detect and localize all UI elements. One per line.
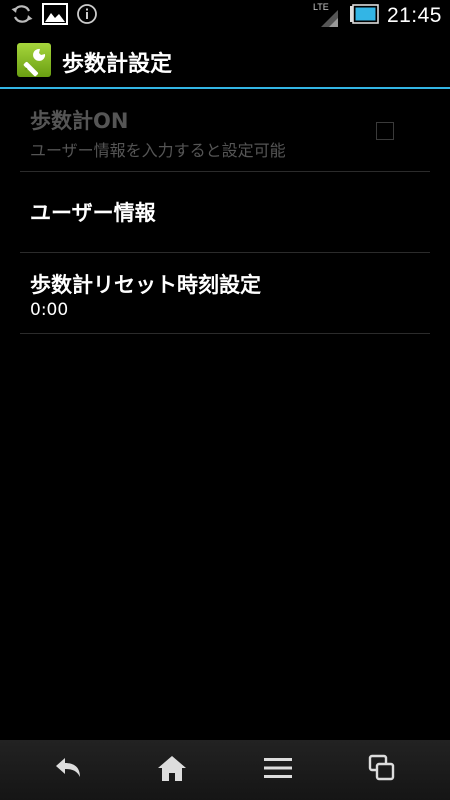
status-clock: 21:45 (386, 4, 442, 27)
signal-icon: LTE (313, 2, 341, 28)
pedometer-on-title: 歩数計ON (30, 109, 129, 133)
info-icon (76, 3, 98, 29)
menu-icon (263, 756, 293, 784)
battery-icon (349, 4, 379, 28)
reset-time-title: 歩数計リセット時刻設定 (30, 273, 261, 297)
status-bar: LTE 21:45 (0, 0, 450, 33)
action-bar: 歩数計設定 (0, 33, 450, 89)
preference-list: 歩数計ON ユーザー情報を入力すると設定可能 ユーザー情報 歩数計リセット時刻設… (0, 89, 450, 334)
page-title: 歩数計設定 (62, 52, 173, 77)
recent-apps-icon (368, 754, 396, 786)
back-icon (52, 755, 84, 785)
recent-apps-button[interactable] (326, 740, 438, 800)
menu-button[interactable] (222, 740, 334, 800)
notification-icons (10, 2, 98, 30)
user-info-title: ユーザー情報 (30, 201, 156, 225)
system-icons: LTE 21:45 (313, 2, 442, 29)
pedometer-on-checkbox (376, 122, 394, 140)
pedometer-on-preference: 歩数計ON ユーザー情報を入力すると設定可能 (20, 89, 430, 172)
user-info-preference[interactable]: ユーザー情報 (20, 172, 430, 253)
image-icon (42, 2, 68, 30)
screen: LTE 21:45 歩数計設定 歩数計ON ユーザー情報を入力すると設定可能 ユ… (0, 0, 450, 800)
wrench-icon[interactable] (16, 42, 52, 78)
home-button[interactable] (116, 740, 228, 800)
navigation-bar (0, 740, 450, 800)
back-button[interactable] (12, 740, 124, 800)
reset-time-value: 0:00 (30, 300, 69, 320)
home-icon (157, 754, 187, 786)
sync-icon (10, 2, 34, 30)
reset-time-preference[interactable]: 歩数計リセット時刻設定 0:00 (20, 253, 430, 334)
pedometer-on-summary: ユーザー情報を入力すると設定可能 (30, 141, 286, 160)
